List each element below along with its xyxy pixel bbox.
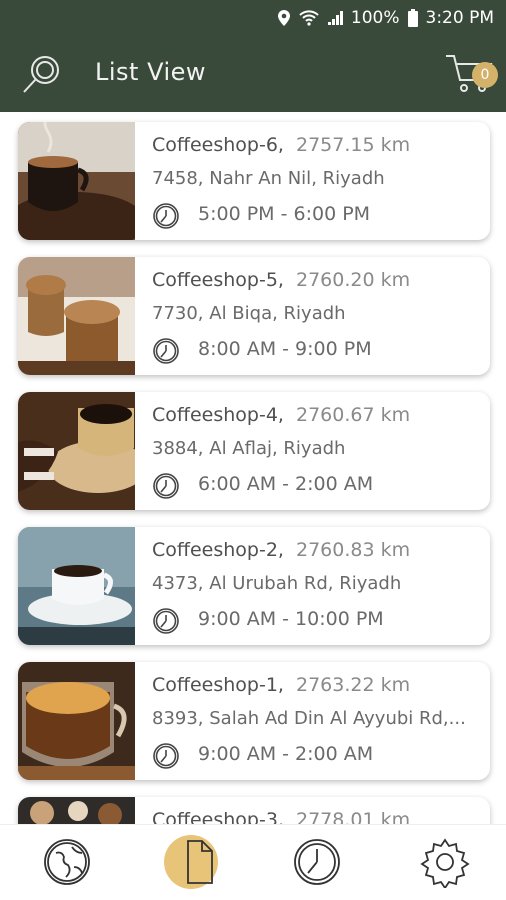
shop-hours: 9:00 AM - 10:00 PM: [198, 608, 384, 630]
clock-icon: [152, 742, 180, 770]
cart-count-badge: 0: [472, 62, 498, 88]
wifi-icon: [299, 10, 319, 26]
search-icon[interactable]: [20, 52, 64, 96]
shop-hours: 9:00 AM - 2:00 AM: [198, 743, 374, 765]
coffeeshop-thumbnail: [18, 527, 135, 645]
coffeeshop-thumbnail: [18, 662, 135, 780]
coffeeshop-thumbnail: [18, 122, 146, 240]
list-view-icon[interactable]: [164, 835, 218, 889]
shop-address: 3884, Al Aflaj, Riyadh: [152, 438, 346, 459]
signal-icon: [327, 10, 343, 26]
list-item[interactable]: Coffeeshop-1, 2763.22 km 8393, Salah Ad …: [18, 662, 490, 780]
shop-distance: 2778.01 km: [296, 809, 411, 824]
list-item[interactable]: Coffeeshop-2, 2760.83 km 4373, Al Urubah…: [18, 527, 490, 645]
coffeeshop-list: Coffeeshop-6, 2757.15 km 7458, Nahr An N…: [0, 112, 506, 824]
list-item[interactable]: Coffeeshop-3, 2778.01 km: [18, 797, 490, 824]
clock-icon: [152, 607, 180, 635]
shop-hours: 5:00 PM - 6:00 PM: [198, 203, 371, 225]
status-bar: 100% 3:20 PM: [0, 0, 506, 36]
clock-icon[interactable]: [290, 835, 344, 889]
shop-distance: 2757.15 km: [296, 134, 411, 156]
settings-gear-icon[interactable]: [418, 835, 472, 889]
shop-name: Coffeeshop-2,: [152, 539, 284, 561]
location-icon: [277, 9, 291, 27]
shop-distance: 2763.22 km: [296, 674, 411, 696]
shop-distance: 2760.67 km: [296, 404, 411, 426]
list-item[interactable]: Coffeeshop-6, 2757.15 km 7458, Nahr An N…: [18, 122, 490, 240]
list-item[interactable]: Coffeeshop-4, 2760.67 km 3884, Al Aflaj,…: [18, 392, 490, 510]
shop-address: 4373, Al Urubah Rd, Riyadh: [152, 573, 402, 594]
clock-time: 3:20 PM: [425, 8, 495, 28]
shop-address: 7730, Al Biqa, Riyadh: [152, 303, 346, 324]
app-bar: List View: [0, 36, 506, 112]
clock-icon: [152, 472, 180, 500]
shop-name: Coffeeshop-1,: [152, 674, 284, 696]
shop-name: Coffeeshop-6,: [152, 134, 284, 156]
page-title: List View: [95, 58, 207, 86]
shop-hours: 6:00 AM - 2:00 AM: [198, 473, 374, 495]
list-item[interactable]: Coffeeshop-5, 2760.20 km 7730, Al Biqa, …: [18, 257, 490, 375]
coffeeshop-thumbnail: [18, 257, 135, 375]
shop-distance: 2760.83 km: [296, 539, 411, 561]
shop-name: Coffeeshop-3,: [152, 809, 284, 824]
bottom-navigation: [0, 824, 506, 900]
shop-address: 7458, Nahr An Nil, Riyadh: [152, 168, 385, 189]
shop-address: 8393, Salah Ad Din Al Ayyubi Rd,...: [152, 708, 466, 729]
clock-icon: [152, 202, 180, 230]
shop-name: Coffeeshop-4,: [152, 404, 284, 426]
battery-icon: [407, 9, 418, 27]
battery-percent: 100%: [350, 8, 400, 28]
clock-icon: [152, 337, 180, 365]
coffeeshop-thumbnail: [18, 392, 148, 510]
shop-hours: 8:00 AM - 9:00 PM: [198, 338, 372, 360]
coffeeshop-thumbnail: [18, 797, 135, 824]
globe-icon[interactable]: [40, 835, 94, 889]
shop-distance: 2760.20 km: [296, 269, 411, 291]
shop-name: Coffeeshop-5,: [152, 269, 284, 291]
